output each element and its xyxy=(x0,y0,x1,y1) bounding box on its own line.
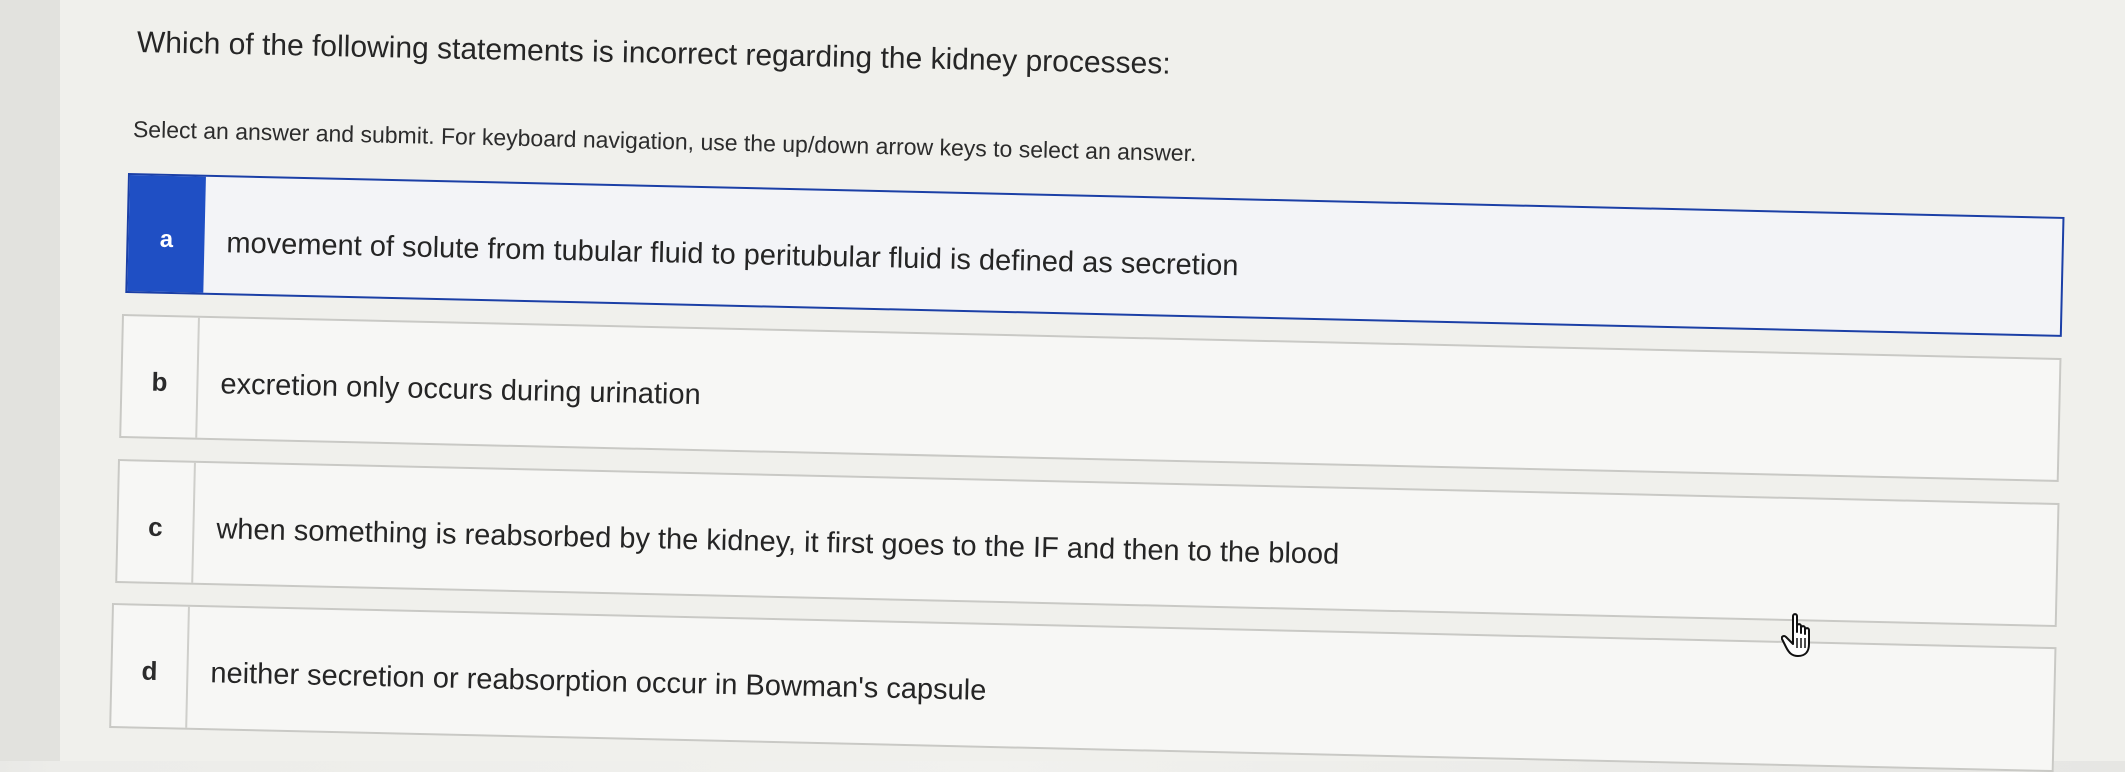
hand-pointer-icon xyxy=(1781,613,1810,657)
option-letter-c: c xyxy=(117,461,196,583)
page-left-strip xyxy=(0,0,60,761)
option-letter-b: b xyxy=(121,316,200,438)
option-letter-a: a xyxy=(127,175,206,293)
option-letter-d: d xyxy=(111,605,190,728)
